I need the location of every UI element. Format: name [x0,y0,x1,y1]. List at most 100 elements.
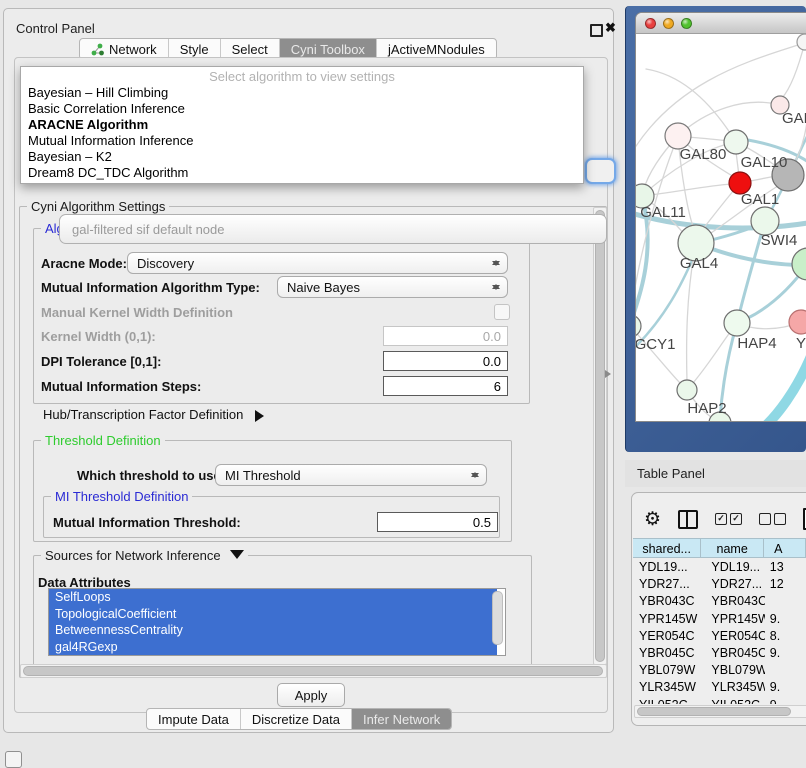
tab-jactivemnodules[interactable]: jActiveMNodules [377,39,496,59]
network-edge[interactable] [782,42,805,98]
kernel-width-label: Kernel Width (0,1): [41,329,156,344]
table-cell: YER054C [701,628,764,645]
network-edge[interactable] [756,349,806,422]
hub-definition-label: Hub/Transcription Factor Definition [43,407,243,422]
dropdown-item[interactable]: Mutual Information Inference [21,133,583,149]
table-row[interactable]: YDL19...YDL19...13 [633,559,806,576]
table-row[interactable]: YPR145WYPR145W9. [633,611,806,628]
network-node[interactable] [797,34,806,50]
node-label: GAL10 [741,154,788,171]
table-header-cell[interactable]: A [764,538,806,558]
table-cell: 9. [765,679,806,696]
zoom-traffic-light[interactable] [681,18,692,29]
mi-type-combobox[interactable]: Naive Bayes [277,276,508,298]
settings-vertical-scrollbar[interactable] [593,207,607,665]
apply-button[interactable]: Apply [277,683,345,707]
attribute-list-item[interactable]: BetweennessCentrality [49,622,497,639]
table-panel-title: Table Panel [625,460,806,487]
table-row[interactable]: YER054CYER054C8. [633,628,806,645]
settings-horizontal-scrollbar-thumb[interactable] [23,666,603,676]
settings-vertical-scrollbar-thumb[interactable] [595,210,605,662]
tab-cyni-toolbox[interactable]: Cyni Toolbox [280,39,377,59]
dropdown-item[interactable]: Bayesian – K2 [21,149,583,165]
dropdown-item[interactable]: Bayesian – Hill Climbing [21,85,583,101]
list-scrollbar-thumb[interactable] [492,591,503,645]
tab-network[interactable]: Network [80,39,169,59]
network-node-y[interactable] [789,310,806,334]
mi-type-value: Naive Bayes [278,280,488,295]
attribute-list-item[interactable]: SelfLoops [49,589,497,606]
tab-select[interactable]: Select [221,39,280,59]
table-row[interactable]: YBL079WYBL079W [633,662,806,679]
network-node-gal10[interactable] [724,130,748,154]
table-cell: YLR345W [701,679,764,696]
close-panel-icon[interactable]: ✖ [605,20,616,36]
table-cell [765,662,806,679]
network-canvas[interactable]: GALGAL80GAL10GAL1GAL11SWI4GAL4GCY1HAP4YH… [636,34,806,422]
network-node-hap4[interactable] [724,310,750,336]
manual-kernel-label: Manual Kernel Width Definition [41,305,233,320]
table-horizontal-scrollbar-thumb[interactable] [637,707,791,716]
table-cell: 8. [765,628,806,645]
dpi-tolerance-field[interactable] [383,351,508,371]
which-threshold-combobox[interactable]: MI Threshold [215,464,487,486]
network-node-swi4[interactable] [751,207,779,235]
aracne-mode-combobox[interactable]: Discovery [127,252,508,274]
network-node[interactable] [792,248,806,280]
table-row[interactable]: YBR045CYBR045C9. [633,645,806,662]
splitter-collapse-handle[interactable] [605,370,615,378]
mi-threshold-field[interactable] [377,512,498,532]
attribute-list-item[interactable]: TopologicalCoefficient [49,606,497,623]
algorithm-combobox-focus-edge[interactable] [585,158,616,184]
tab-impute-data[interactable]: Impute Data [147,709,241,729]
manual-kernel-checkbox[interactable] [494,304,510,320]
network-window-titlebar [636,13,806,34]
network-edge[interactable] [642,184,731,196]
tab-label: Discretize Data [252,712,340,727]
table-horizontal-scrollbar[interactable] [634,705,806,718]
dropdown-prompt: Select algorithm to view settings [21,69,583,85]
table-header-cell[interactable]: name [701,538,764,558]
dropdown-item[interactable]: ARACNE Algorithm [21,117,583,133]
network-edge[interactable] [646,69,736,142]
minimize-traffic-light[interactable] [663,18,674,29]
control-panel-window: Control Panel ✖ NetworkStyleSelectCyni T… [3,8,614,733]
table-cell: YBR043C [701,593,764,610]
dropdown-item[interactable]: Basic Correlation Inference [21,101,583,117]
tab-infer-network[interactable]: Infer Network [352,709,451,729]
spinner-arrows-icon [467,467,483,483]
table-row[interactable]: YBR043CYBR043C [633,593,806,610]
attribute-list-item[interactable]: gal4RGexp [49,639,497,656]
network-icon [91,43,104,56]
dropdown-item[interactable]: Dream8 DC_TDC Algorithm [21,165,583,181]
threshold-definition-title: Threshold Definition [41,433,165,448]
float-panel-icon[interactable] [590,24,603,37]
gear-icon[interactable] [644,508,661,531]
settings-horizontal-scrollbar[interactable] [20,664,607,678]
hub-definition-toggle[interactable]: Hub/Transcription Factor Definition [43,407,270,422]
tab-discretize-data[interactable]: Discretize Data [241,709,352,729]
select-unchecked-pair-icon[interactable] [759,513,786,525]
data-attributes-list[interactable]: SelfLoopsTopologicalCoefficientBetweenne… [48,588,506,656]
minimized-panel-icon[interactable] [5,751,22,768]
table-row[interactable]: YLR345WYLR345W9. [633,679,806,696]
columns-icon[interactable] [678,510,698,529]
table-row[interactable]: YDR27...YDR27...12 [633,576,806,593]
network-node-hap2[interactable] [677,380,697,400]
dpi-tolerance-label: DPI Tolerance [0,1]: [41,354,161,369]
select-checked-pair-icon[interactable]: ✓✓ [715,513,742,525]
mi-steps-field[interactable] [383,376,508,396]
table-cell: YBL079W [633,662,701,679]
tab-style[interactable]: Style [169,39,221,59]
network-edge[interactable] [636,326,681,384]
table-header-row: shared...nameA [633,538,806,559]
table-header-cell[interactable]: shared... [633,538,701,558]
checked-box-icon: ✓ [730,513,742,525]
kernel-width-field[interactable] [383,326,508,346]
network-node-gcy1[interactable] [636,315,641,337]
sources-group-title: Sources for Network Inference [41,548,248,566]
table-cell: YBR045C [633,645,701,662]
close-traffic-light[interactable] [645,18,656,29]
network-selector-combobox[interactable]: gal-filtered sif default node [59,214,607,244]
table-row[interactable]: YIL052CYIL052C9 [633,697,806,705]
